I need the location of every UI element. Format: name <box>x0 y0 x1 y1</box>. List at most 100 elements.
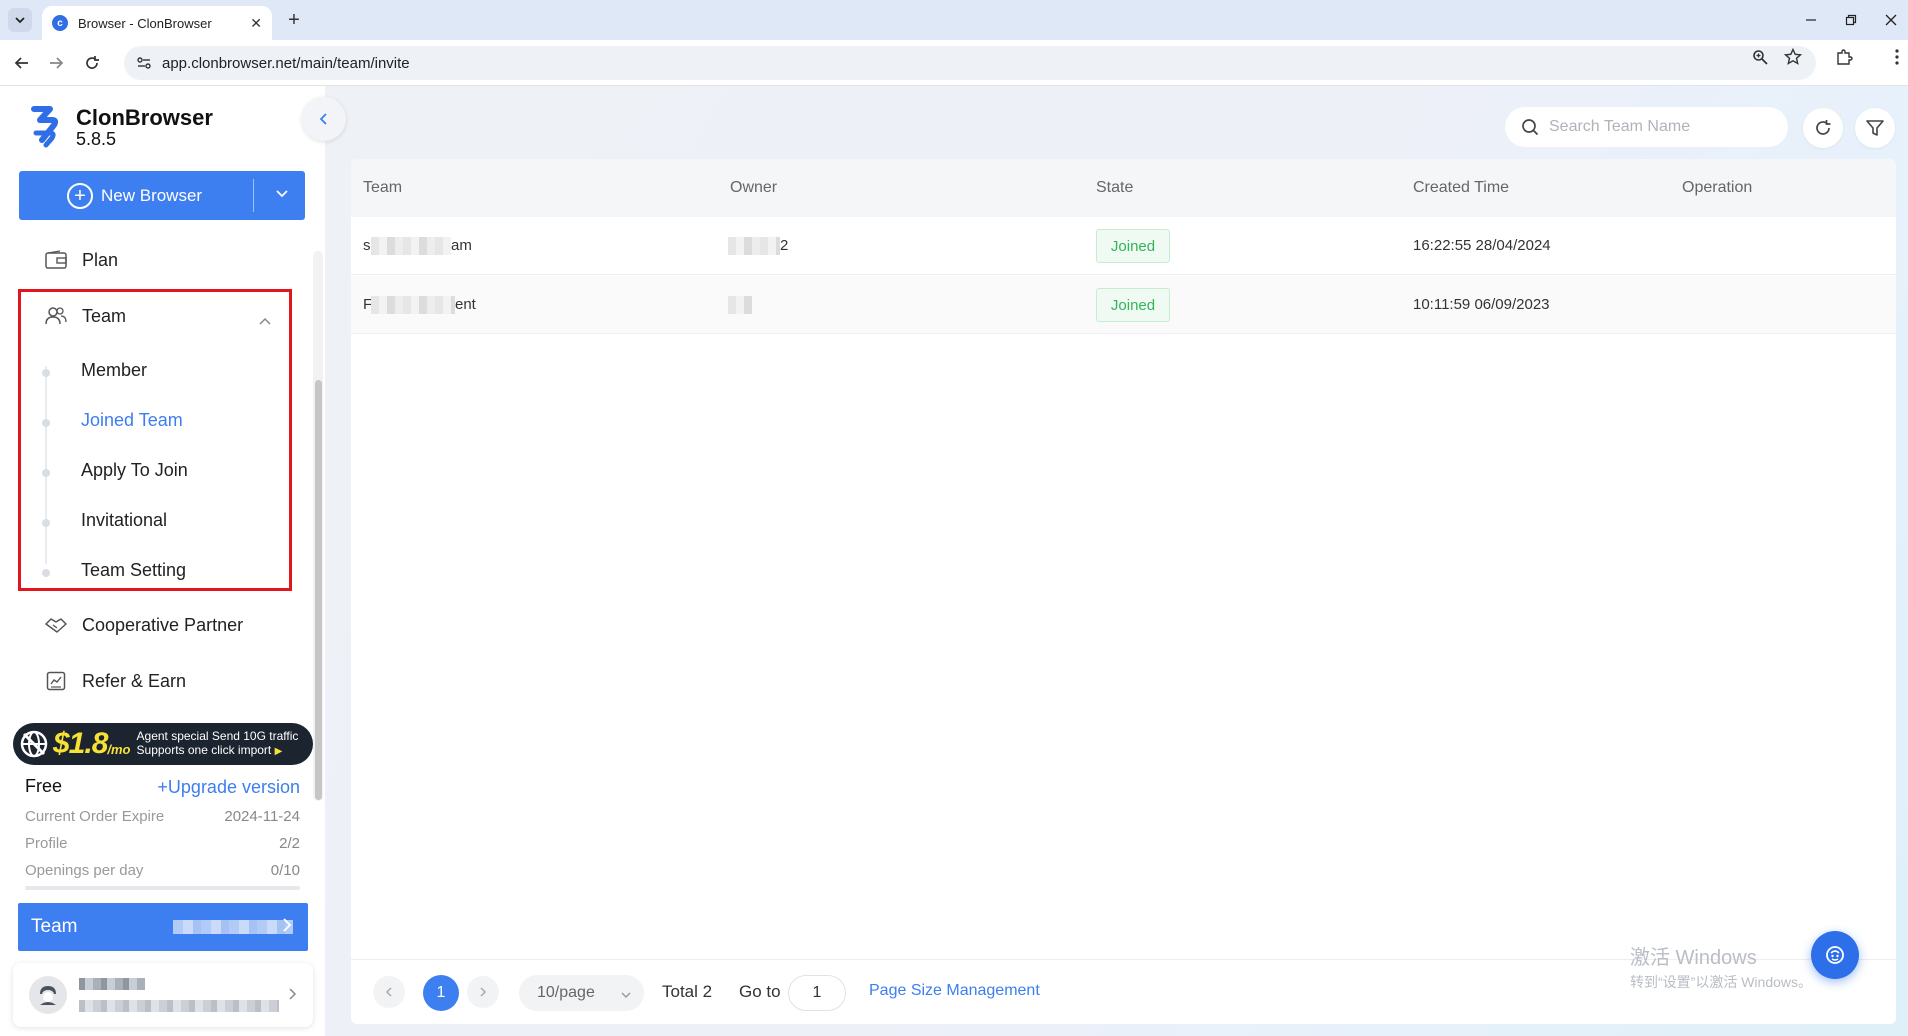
minimize-button[interactable] <box>1796 8 1826 32</box>
tab-search-button[interactable] <box>8 8 32 32</box>
sidebar-scrollbar-thumb[interactable] <box>315 380 322 800</box>
filter-icon <box>1866 120 1884 136</box>
created-time: 10:11:59 06/09/2023 <box>1413 296 1550 313</box>
filter-button[interactable] <box>1855 108 1895 148</box>
table-row[interactable]: F ent Joined 10:11:59 06/09/2023 <box>351 276 1896 334</box>
team-name-suffix: am <box>451 237 472 254</box>
refresh-button[interactable] <box>1803 108 1843 148</box>
app-root: ClonBrowser 5.8.5 + New Browser Plan Tea… <box>0 86 1908 1036</box>
info-value: 0/10 <box>270 862 300 879</box>
team-name-redacted <box>173 920 293 934</box>
bookmark-button[interactable] <box>1783 47 1803 67</box>
openings-progress-bar <box>25 886 300 890</box>
promo-banner[interactable]: $1.8 /mo Agent special Send 10G traffic … <box>13 723 313 765</box>
close-tab-icon[interactable]: ✕ <box>250 15 262 32</box>
support-chat-icon <box>1826 946 1844 964</box>
new-browser-button[interactable]: + New Browser <box>19 171 305 220</box>
zoom-button[interactable] <box>1750 47 1770 67</box>
info-label: Openings per day <box>25 862 144 879</box>
current-team-selector[interactable]: Team <box>18 903 308 951</box>
restore-icon <box>1845 14 1857 26</box>
sidebar-item-plan[interactable]: Plan <box>44 248 118 272</box>
tab-title: Browser - ClonBrowser <box>78 15 212 31</box>
user-email-redacted <box>79 1000 279 1012</box>
user-icon <box>40 986 56 1005</box>
search-icon <box>1522 119 1539 136</box>
back-button[interactable] <box>10 51 34 75</box>
restore-button[interactable] <box>1836 8 1866 32</box>
plus-circle-icon: + <box>67 182 93 209</box>
reload-icon <box>86 56 99 69</box>
sidebar-item-label: Plan <box>82 249 119 270</box>
play-arrow-icon: ▶ <box>274 746 283 757</box>
sidebar-item-label: Refer & Earn <box>82 670 187 691</box>
upgrade-version-link[interactable]: +Upgrade version <box>150 777 300 798</box>
column-header-owner: Owner <box>730 179 778 196</box>
sidebar-item-refer-earn[interactable]: Refer & Earn <box>44 669 186 693</box>
next-page-button[interactable] <box>467 976 499 1008</box>
collapse-sidebar-button[interactable] <box>302 97 346 141</box>
browser-tab[interactable]: c Browser - ClonBrowser ✕ <box>42 6 272 40</box>
sidebar-item-label: Cooperative Partner <box>82 614 244 635</box>
column-header-state: State <box>1096 179 1134 196</box>
owner-redacted <box>728 296 752 314</box>
page-size-select[interactable]: 10/page <box>519 975 644 1011</box>
minimize-icon <box>1806 19 1816 21</box>
info-value: 2/2 <box>279 835 300 852</box>
column-header-created-time: Created Time <box>1413 179 1510 196</box>
team-name-redacted <box>371 296 455 314</box>
info-label: Profile <box>25 835 68 852</box>
page-button-current[interactable]: 1 <box>423 975 459 1011</box>
zoom-icon <box>1753 50 1768 65</box>
sidebar-item-cooperative-partner[interactable]: Cooperative Partner <box>44 613 243 637</box>
new-browser-dropdown-button[interactable] <box>275 186 289 205</box>
promo-line-2: Supports one click import <box>136 743 272 757</box>
site-settings-icon[interactable] <box>136 55 152 71</box>
close-window-button[interactable] <box>1876 8 1906 32</box>
created-time: 16:22:55 28/04/2024 <box>1413 237 1551 254</box>
owner-suffix: 2 <box>780 237 789 254</box>
globe-off-icon <box>20 730 48 758</box>
promo-line-1: Agent special Send 10G traffic <box>136 729 299 743</box>
info-row-openings: Openings per day 0/10 <box>25 862 300 879</box>
extensions-button[interactable] <box>1834 47 1854 67</box>
owner-redacted <box>728 237 780 255</box>
status-badge: Joined <box>1096 229 1170 263</box>
app-name: ClonBrowser <box>76 105 213 130</box>
page-size-value: 10/page <box>537 984 595 1001</box>
chevron-left-icon <box>385 987 392 997</box>
team-search-box[interactable] <box>1505 107 1788 147</box>
user-account-card[interactable] <box>13 963 313 1027</box>
total-count: Total 2 <box>662 982 713 1001</box>
chevron-down-icon <box>620 987 632 1005</box>
address-bar[interactable]: app.clonbrowser.net/main/team/invite <box>124 46 1816 80</box>
prev-page-button[interactable] <box>373 976 405 1008</box>
refresh-icon <box>1816 120 1831 135</box>
table-header: Team Owner State Created Time Operation <box>351 159 1896 217</box>
chevron-right-icon <box>288 987 297 1006</box>
annotation-highlight-box <box>18 289 292 591</box>
reload-button[interactable] <box>80 51 104 75</box>
page-size-management-link[interactable]: Page Size Management <box>869 982 1040 1000</box>
goto-page-input[interactable] <box>788 975 846 1011</box>
handshake-icon <box>44 613 68 637</box>
new-tab-button[interactable]: + <box>282 8 306 32</box>
close-icon <box>1885 14 1897 26</box>
chevron-right-icon <box>480 987 487 997</box>
team-name-suffix: ent <box>455 296 476 313</box>
app-logo: ClonBrowser 5.8.5 <box>30 106 213 148</box>
forward-button[interactable] <box>44 51 68 75</box>
browser-menu-button[interactable] <box>1887 47 1907 67</box>
table-row[interactable]: s am 2 Joined 16:22:55 28/04/2024 <box>351 217 1896 275</box>
search-input[interactable] <box>1549 118 1769 136</box>
arrow-left-icon <box>14 57 28 69</box>
team-name-redacted <box>371 237 451 255</box>
browser-toolbar: app.clonbrowser.net/main/team/invite <box>0 40 1908 86</box>
puzzle-icon <box>1837 49 1853 65</box>
refer-chart-icon <box>44 669 68 693</box>
plan-name: Free <box>25 776 63 796</box>
watermark-line-2: 转到“设置”以激活 Windows。 <box>1630 974 1813 990</box>
customer-support-button[interactable] <box>1811 931 1859 979</box>
button-separator <box>253 179 254 212</box>
watermark-line-1: 激活 Windows <box>1630 947 1757 969</box>
